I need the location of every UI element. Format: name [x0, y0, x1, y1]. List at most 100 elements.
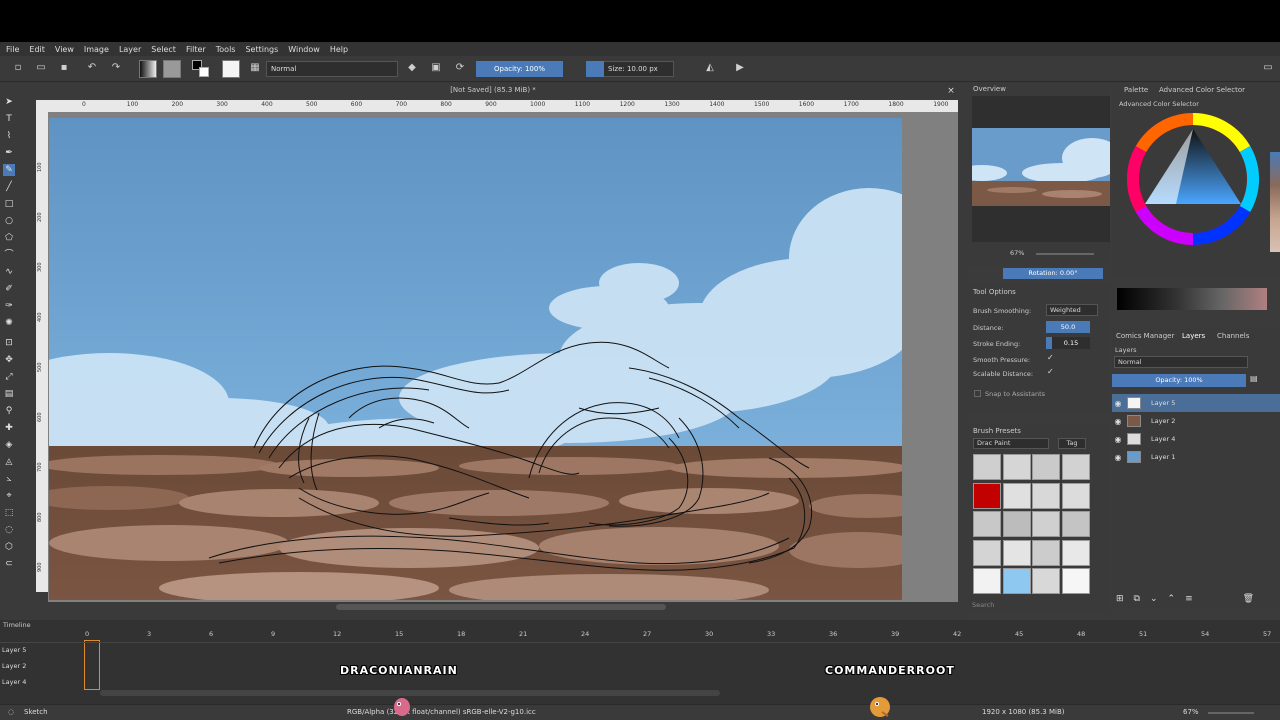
- multibrush-icon[interactable]: ✺: [3, 317, 15, 329]
- text-tool-icon[interactable]: T: [3, 113, 15, 125]
- rotation-slider[interactable]: Rotation: 0.00°: [1003, 268, 1103, 279]
- gradient-swatch[interactable]: [139, 60, 157, 78]
- mirror-vertical-icon[interactable]: ▶: [734, 62, 746, 74]
- brush-preset[interactable]: [1002, 482, 1031, 509]
- close-document-icon[interactable]: ×: [946, 86, 956, 96]
- scrollbar-thumb[interactable]: [336, 604, 666, 610]
- brush-preset[interactable]: [973, 482, 1001, 509]
- brush-preset[interactable]: [1032, 454, 1060, 480]
- tab-comics-manager[interactable]: Comics Manager: [1116, 332, 1174, 340]
- layer-row[interactable]: ◉ Layer 4: [1112, 430, 1280, 448]
- visibility-icon[interactable]: ◉: [1112, 399, 1124, 408]
- menu-tools[interactable]: Tools: [216, 45, 236, 54]
- gradient-tool-icon[interactable]: ▤: [3, 388, 15, 400]
- polygon-tool-icon[interactable]: ⬠: [3, 232, 15, 244]
- brush-preset[interactable]: [973, 539, 1001, 566]
- color-wheel[interactable]: [1126, 112, 1260, 246]
- brush-smoothing-select[interactable]: Weighted: [1046, 304, 1098, 316]
- brush-preset[interactable]: [1032, 539, 1060, 566]
- layer-row[interactable]: ◉ Layer 1: [1112, 448, 1280, 466]
- preserve-alpha-icon[interactable]: ▣: [430, 62, 442, 74]
- brush-preset-swatch[interactable]: [222, 60, 240, 78]
- brush-preset[interactable]: [1032, 568, 1060, 594]
- size-slider[interactable]: Size: 10.00 px: [604, 61, 674, 77]
- menu-settings[interactable]: Settings: [245, 45, 278, 54]
- tag-button[interactable]: Tag: [1058, 438, 1086, 449]
- brush-preset[interactable]: [1061, 511, 1090, 537]
- brush-preset[interactable]: [1032, 511, 1060, 537]
- layer-menu-icon[interactable]: ≡: [1185, 594, 1193, 610]
- visibility-icon[interactable]: ◉: [1112, 417, 1124, 426]
- smooth-pressure-checkbox[interactable]: ✓: [1047, 354, 1055, 362]
- brush-search-input[interactable]: Search: [972, 600, 1084, 611]
- delete-layer-icon[interactable]: 🗑: [1243, 594, 1254, 610]
- redo-icon[interactable]: ↷: [110, 62, 122, 74]
- zoom-slider[interactable]: [1208, 712, 1254, 714]
- brush-preset[interactable]: [973, 511, 1001, 537]
- assistant-tool-icon[interactable]: ◬: [3, 456, 15, 468]
- overview-thumbnail[interactable]: [972, 128, 1110, 206]
- elliptical-selection-icon[interactable]: ◌: [3, 524, 15, 536]
- freehand-selection-icon[interactable]: ⊂: [3, 558, 15, 570]
- color-patches[interactable]: [1270, 152, 1280, 252]
- background-color[interactable]: [199, 67, 209, 77]
- menu-window[interactable]: Window: [288, 45, 320, 54]
- scalable-distance-checkbox[interactable]: ✓: [1047, 368, 1055, 376]
- transform-tool-icon[interactable]: ⤢: [3, 371, 15, 383]
- polyline-tool-icon[interactable]: ⌒: [3, 249, 15, 261]
- calligraphy-icon[interactable]: ✒: [3, 147, 15, 159]
- menu-select[interactable]: Select: [151, 45, 176, 54]
- dynamic-brush-icon[interactable]: ✑: [3, 300, 15, 312]
- brush-preset[interactable]: [1002, 539, 1031, 566]
- timeline-layer-5[interactable]: Layer 5: [2, 646, 26, 654]
- layer-opacity-slider[interactable]: Opacity: 100%: [1112, 374, 1246, 387]
- menu-file[interactable]: File: [6, 45, 19, 54]
- new-document-icon[interactable]: ▫: [12, 62, 24, 74]
- timeline-layer-2[interactable]: Layer 2: [2, 662, 26, 670]
- add-layer-icon[interactable]: ⊞: [1116, 594, 1124, 610]
- edit-shapes-icon[interactable]: ⌇: [3, 130, 15, 142]
- brush-preset[interactable]: [1002, 568, 1031, 594]
- brush-preset[interactable]: [1061, 482, 1090, 509]
- select-shapes-icon[interactable]: ➤: [3, 96, 15, 108]
- menu-view[interactable]: View: [55, 45, 74, 54]
- reference-tool-icon[interactable]: ⌖: [3, 490, 15, 502]
- brush-preset[interactable]: [1032, 482, 1060, 509]
- brush-preset[interactable]: [1061, 568, 1090, 594]
- overview-zoom-slider[interactable]: [1036, 253, 1094, 255]
- polygonal-selection-icon[interactable]: ⬡: [3, 541, 15, 553]
- opacity-slider[interactable]: Opacity: 100%: [476, 61, 563, 77]
- visibility-icon[interactable]: ◉: [1112, 435, 1124, 444]
- layer-blend-select[interactable]: Normal: [1114, 356, 1248, 368]
- measure-tool-icon[interactable]: ⦣: [3, 473, 15, 485]
- vertical-scrollbar[interactable]: [958, 112, 968, 602]
- horizontal-scrollbar[interactable]: [36, 602, 958, 612]
- ellipse-tool-icon[interactable]: ○: [3, 215, 15, 227]
- color-history-strip[interactable]: [1117, 288, 1267, 310]
- freehand-brush-icon[interactable]: ✎: [3, 164, 15, 176]
- brush-tag-select[interactable]: Drac Paint: [973, 438, 1049, 449]
- move-layer-up-icon[interactable]: ⌃: [1168, 594, 1176, 610]
- pattern-swatch[interactable]: [163, 60, 181, 78]
- fill-tool-icon[interactable]: ◈: [3, 439, 15, 451]
- eraser-icon[interactable]: ◆: [406, 62, 418, 74]
- visibility-icon[interactable]: ◉: [1112, 453, 1124, 462]
- workspace-grid-icon[interactable]: ▦: [249, 62, 261, 74]
- menu-edit[interactable]: Edit: [29, 45, 45, 54]
- blend-mode-select[interactable]: Normal: [266, 61, 398, 77]
- move-layer-down-icon[interactable]: ⌄: [1150, 594, 1158, 610]
- tab-channels[interactable]: Channels: [1217, 332, 1249, 340]
- tab-advanced-color[interactable]: Advanced Color Selector: [1159, 86, 1245, 94]
- brush-preset[interactable]: [973, 454, 1001, 480]
- crop-tool-icon[interactable]: ⊡: [3, 337, 15, 349]
- tab-layers[interactable]: Layers: [1182, 332, 1205, 340]
- layer-row[interactable]: ◉ Layer 2: [1112, 412, 1280, 430]
- rectangle-tool-icon[interactable]: □: [3, 198, 15, 210]
- undo-icon[interactable]: ↶: [86, 62, 98, 74]
- brush-preset[interactable]: [1002, 454, 1031, 480]
- brush-preset[interactable]: [1061, 539, 1090, 566]
- smart-patch-icon[interactable]: ✚: [3, 422, 15, 434]
- open-folder-icon[interactable]: ▭: [35, 62, 47, 74]
- save-icon[interactable]: ▪: [58, 62, 70, 74]
- menu-layer[interactable]: Layer: [119, 45, 141, 54]
